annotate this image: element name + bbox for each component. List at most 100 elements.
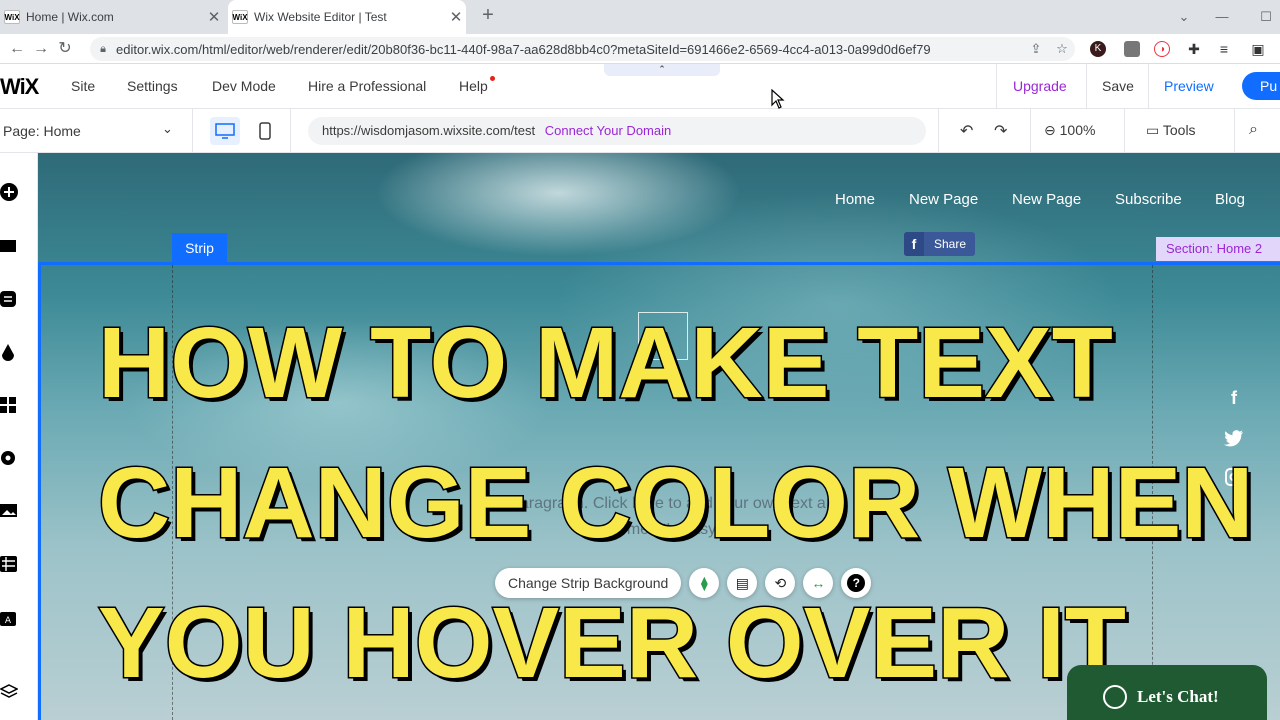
connect-domain-link[interactable]: Connect Your Domain (545, 123, 671, 138)
publish-button[interactable]: Pu (1242, 72, 1280, 100)
site-url: https://wisdomjasom.wixsite.com/test (322, 123, 536, 138)
pages-icon[interactable] (0, 290, 18, 308)
site-url-box[interactable]: https://wisdomjasom.wixsite.com/test Con… (308, 117, 926, 145)
page-selector[interactable]: Page: Home (3, 123, 81, 139)
layers-icon[interactable] (0, 683, 18, 701)
tools-label: Tools (1162, 122, 1196, 138)
user-avatar-icon (1103, 685, 1127, 709)
menu-help[interactable]: Help (459, 78, 488, 94)
cms-icon[interactable] (0, 555, 18, 573)
animation-icon[interactable]: ⧫ (689, 568, 720, 598)
lock-icon: 🔒︎ (100, 42, 106, 55)
forward-icon[interactable]: → (30, 38, 52, 60)
headline-line-3: YOU HOVER OVER IT (97, 587, 1128, 699)
extension-icon[interactable] (1124, 41, 1140, 57)
wix-logo[interactable]: WiX (0, 74, 39, 100)
desktop-icon (215, 123, 235, 139)
mobile-icon (259, 122, 271, 140)
new-tab-button[interactable]: + (476, 3, 500, 27)
share-icon[interactable]: ⇪ (1023, 41, 1049, 57)
editor-canvas[interactable]: Home New Page New Page Subscribe Blog St… (38, 153, 1280, 720)
menu-site[interactable]: Site (71, 78, 95, 94)
mobile-view-button[interactable] (250, 117, 280, 145)
chat-widget-button[interactable]: Let's Chat! (1067, 665, 1267, 720)
wix-favicon-icon: WiX (232, 10, 248, 24)
site-nav-subscribe[interactable]: Subscribe (1115, 191, 1182, 208)
save-button[interactable]: Save (1102, 78, 1134, 94)
address-bar-row: ← → ↻ 🔒︎ editor.wix.com/html/editor/web/… (0, 34, 1280, 64)
strip-floating-toolbar: Change Strip Background ⧫ ▤ ⟲ ↔ ? (495, 568, 872, 598)
bookmark-star-icon[interactable]: ☆ (1049, 41, 1075, 57)
wix-editor-toolbar: Page: Home ⌄ https://wisdomjasom.wixsite… (0, 109, 1280, 153)
business-tools-icon[interactable] (0, 449, 18, 467)
minimize-icon[interactable]: — (1200, 0, 1244, 34)
menu-settings[interactable]: Settings (127, 78, 178, 94)
zoom-level: 100% (1059, 122, 1096, 138)
facebook-icon[interactable]: f (1224, 388, 1244, 409)
change-strip-background-button[interactable]: Change Strip Background (495, 568, 682, 598)
tab-title: Home | Wix.com (26, 10, 114, 24)
apps-icon[interactable] (0, 396, 18, 414)
collapse-toolbar-button[interactable]: ⌃ (604, 64, 720, 76)
menu-dev-mode[interactable]: Dev Mode (212, 78, 276, 94)
url-omnibox[interactable]: 🔒︎ editor.wix.com/html/editor/web/render… (90, 37, 1075, 61)
preview-button[interactable]: Preview (1164, 78, 1214, 94)
site-nav-new-page-2[interactable]: New Page (1012, 191, 1081, 208)
add-elements-icon[interactable] (0, 183, 18, 201)
arrange-icon[interactable]: ⟲ (765, 568, 796, 598)
facebook-icon: f (904, 232, 924, 256)
divider (996, 64, 997, 108)
facebook-share-button[interactable]: f Share (904, 232, 975, 256)
side-panel-icon[interactable]: ▣ (1250, 41, 1266, 57)
close-tab-icon[interactable]: ✕ (446, 8, 466, 26)
divider (1148, 64, 1149, 108)
tab-home-wix[interactable]: WiX Home | Wix.com ✕ (0, 0, 224, 34)
site-nav-new-page[interactable]: New Page (909, 191, 978, 208)
tab-wix-editor[interactable]: WiX Wix Website Editor | Test ✕ (228, 0, 466, 34)
layout-icon[interactable]: ▤ (727, 568, 758, 598)
help-icon[interactable]: ? (841, 568, 872, 598)
menu-hire-professional[interactable]: Hire a Professional (308, 78, 426, 94)
puzzle-icon[interactable]: ✚ (1186, 41, 1202, 57)
wix-favicon-icon: WiX (4, 10, 20, 24)
site-nav-blog[interactable]: Blog (1215, 191, 1245, 208)
tools-button[interactable]: ▭ Tools (1146, 122, 1196, 139)
undo-icon[interactable]: ↶ (960, 121, 973, 141)
divider (1030, 109, 1031, 153)
media-icon[interactable] (0, 502, 18, 520)
divider (1234, 109, 1235, 153)
chat-label: Let's Chat! (1137, 687, 1219, 706)
stretch-icon[interactable]: ↔ (803, 568, 834, 598)
share-label: Share (934, 237, 967, 251)
add-section-icon[interactable] (0, 237, 18, 255)
strip-label[interactable]: Strip (172, 233, 227, 263)
design-icon[interactable] (0, 343, 18, 361)
app-market-icon[interactable]: A (0, 608, 18, 626)
mouse-cursor-icon (771, 89, 785, 109)
divider (938, 109, 939, 153)
profile-avatar[interactable]: K (1090, 41, 1106, 57)
section-label[interactable]: Section: Home 2 (1156, 237, 1280, 261)
site-nav-home[interactable]: Home (835, 191, 875, 208)
zoom-control[interactable]: ⊖ 100% (1044, 122, 1095, 139)
url-text: editor.wix.com/html/editor/web/renderer/… (116, 41, 931, 57)
headline-line-2: CHANGE COLOR WHEN (97, 447, 1256, 559)
svg-text:A: A (5, 616, 12, 626)
back-icon[interactable]: ← (6, 38, 28, 60)
redo-icon[interactable]: ↷ (994, 121, 1007, 141)
close-tab-icon[interactable]: ✕ (204, 8, 224, 26)
divider (290, 109, 291, 153)
search-icon[interactable]: ⌕ (1249, 121, 1258, 139)
left-add-panel: A (0, 153, 38, 720)
desktop-view-button[interactable] (210, 117, 240, 145)
tab-title: Wix Website Editor | Test (254, 10, 387, 24)
upgrade-button[interactable]: Upgrade (1013, 78, 1067, 94)
headline-line-1: HOW TO MAKE TEXT (97, 307, 1115, 419)
media-icon[interactable]: ≡ (1216, 41, 1232, 57)
maximize-icon[interactable]: ☐ (1244, 0, 1280, 34)
chevron-down-icon[interactable]: ⌄ (162, 121, 173, 137)
twitter-icon[interactable] (1224, 429, 1244, 447)
browser-tab-strip: WiX Home | Wix.com ✕ WiX Wix Website Edi… (0, 0, 1280, 34)
reload-icon[interactable]: ↻ (54, 38, 76, 60)
extension-icon[interactable]: ◑ (1154, 41, 1170, 57)
